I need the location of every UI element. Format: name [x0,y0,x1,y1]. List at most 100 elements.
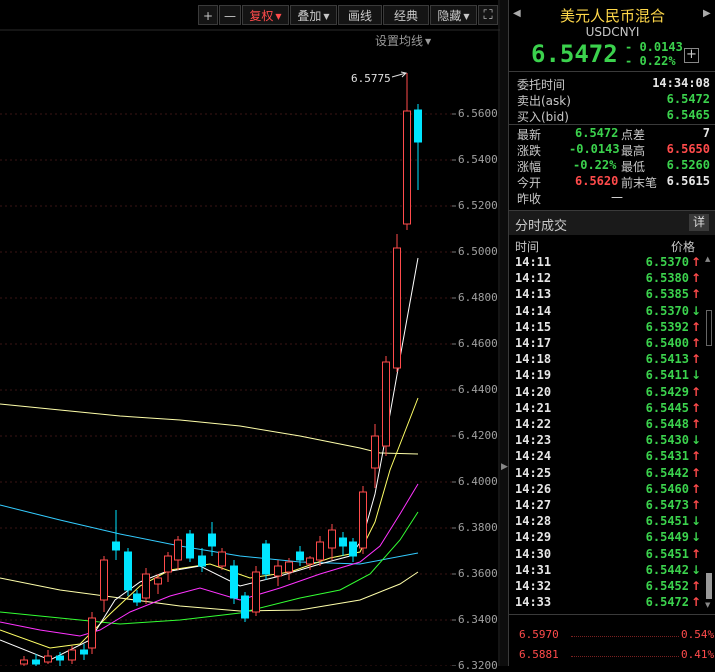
candle-body [112,541,120,551]
trade-time: 14:32 [515,579,552,593]
candle [80,644,88,660]
trade-row: 14:13 6.5385 ↑ [515,287,703,303]
trade-price: 6.5472 [645,595,689,610]
overlay-dropdown[interactable]: 叠加 ▼ [290,5,337,25]
hide-label: 隐藏 [437,9,462,23]
scroll-down-icon[interactable]: ▼ [705,601,710,609]
y-tick-label: 6.4800 [458,291,498,304]
ticks-detail-button[interactable]: 详 [689,214,709,231]
high-label: 最高 [621,144,646,158]
trade-row: 14:22 6.5448 ↑ [515,417,703,433]
arrow-up-icon: ↑ [690,595,701,610]
collapse-arrow-icon[interactable]: ▶ [501,462,508,472]
trade-price: 6.5411 [645,368,689,383]
trade-row: 14:17 6.5400 ↑ [515,336,703,352]
peak-label: 6.5775 [351,72,391,85]
divider [509,124,715,125]
trade-price: 6.5370 [645,255,689,269]
change-label: 涨跌 [517,144,542,158]
candle [359,486,367,554]
trade-row: 14:31 6.5442 ↓ [515,563,703,579]
classic-button[interactable]: 经典 [383,5,429,25]
candle [274,560,282,586]
y-tick-label: 6.4400 [458,383,498,396]
trade-row: 14:15 6.5392 ↑ [515,320,703,336]
y-tick-label: 6.5000 [458,245,498,258]
change-row: 涨跌 -0.0143 最高 6.5650 [517,142,710,158]
kline-chart[interactable] [0,0,500,666]
arrow-down-icon: ↓ [690,562,701,577]
zoom-in-button[interactable]: + [198,5,218,25]
candle-body [56,655,64,661]
arrow-up-icon: ↑ [690,319,701,334]
y-tick-label: 6.3600 [458,567,498,580]
ma5-line [0,257,419,661]
candle-body [241,595,249,619]
close-row: 昨收 — [517,190,710,206]
candle [68,646,76,664]
chevron-down-icon: ▼ [275,12,282,21]
trade-price: 6.5429 [645,384,689,399]
candle-body [306,557,314,565]
trade-time: 14:31 [515,562,552,577]
arrow-up-icon: ↑ [690,417,701,431]
hide-dropdown[interactable]: 隐藏 ▼ [430,5,477,25]
candle-body [80,649,88,655]
arrow-up-icon: ↑ [690,546,701,561]
candle-body [274,565,282,577]
trade-row: 14:32 6.5452 ↑ [515,579,703,595]
candle-body [403,110,411,225]
candle [124,548,132,596]
candle [241,592,249,622]
mini-gridline [571,636,679,637]
scroll-up-icon[interactable]: ▲ [705,255,710,263]
fullscreen-button[interactable]: ⛶ [478,5,498,25]
trade-time: 14:18 [515,352,552,367]
candle-body [296,551,304,561]
adjust-dropdown[interactable]: 复权 ▼ [242,5,289,25]
candle-body [142,573,150,599]
candle [142,568,150,604]
kline-chart-area[interactable]: + — 复权 ▼ 叠加 ▼ 画线 经典 隐藏 ▼ ⛶ 设置均线 ▼ 6.5775 6.5… [0,0,500,672]
instrument-code: USDCNYI [585,25,640,39]
trade-row: 14:23 6.5430 ↓ [515,433,703,449]
arrow-up-icon: ↑ [690,255,701,269]
trade-row: 14:29 6.5449 ↓ [515,530,703,546]
ticks-scrollbar[interactable]: ▲ ▼ [705,255,713,611]
trade-price: 6.5370 [645,303,689,318]
trade-row: 14:11 6.5370 ↑ [515,255,703,271]
ticks-list[interactable]: 14:11 6.5370 ↑ 14:12 6.5380 ↑ 14:13 6.5385 ↑ 14:1… [509,255,705,613]
candle-body [164,555,172,573]
ask-value: 6.5472 [666,92,710,106]
scroll-thumb-active[interactable] [706,573,712,599]
trade-price: 6.5452 [645,579,689,593]
candle-body [208,533,216,547]
candle-body [382,361,390,447]
zoom-out-button[interactable]: — [219,5,241,25]
mini-chart[interactable]: 6.5970 0.54% 6.5881 0.41% [509,616,715,666]
prev-value: 6.5615 [666,174,710,188]
trade-time: 14:26 [515,481,552,496]
candle [316,536,324,566]
trade-time: 14:15 [515,319,552,334]
trade-price: 6.5442 [645,465,689,480]
candle-body [154,577,162,585]
divider [509,614,715,615]
scroll-thumb[interactable] [706,310,712,346]
arrow-up-icon: ↑ [690,465,701,480]
candle [414,104,422,190]
trade-time: 14:14 [515,303,552,318]
arrow-down-icon: ↓ [690,530,701,545]
trade-row: 14:27 6.5473 ↑ [515,498,703,514]
peak-annotation [391,71,408,78]
ma-setting-dropdown[interactable]: 设置均线 ▼ [375,32,431,49]
panel-splitter[interactable]: ▶ [500,0,508,666]
candle [186,530,194,562]
draw-line-button[interactable]: 画线 [338,5,382,25]
trade-row: 14:30 6.5451 ↑ [515,547,703,563]
add-watchlist-button[interactable]: + [684,48,699,63]
ticks-title: 分时成交 [515,219,568,234]
candle [218,548,226,570]
arrow-down-icon: ↓ [690,433,701,448]
trade-price: 6.5460 [645,481,689,496]
